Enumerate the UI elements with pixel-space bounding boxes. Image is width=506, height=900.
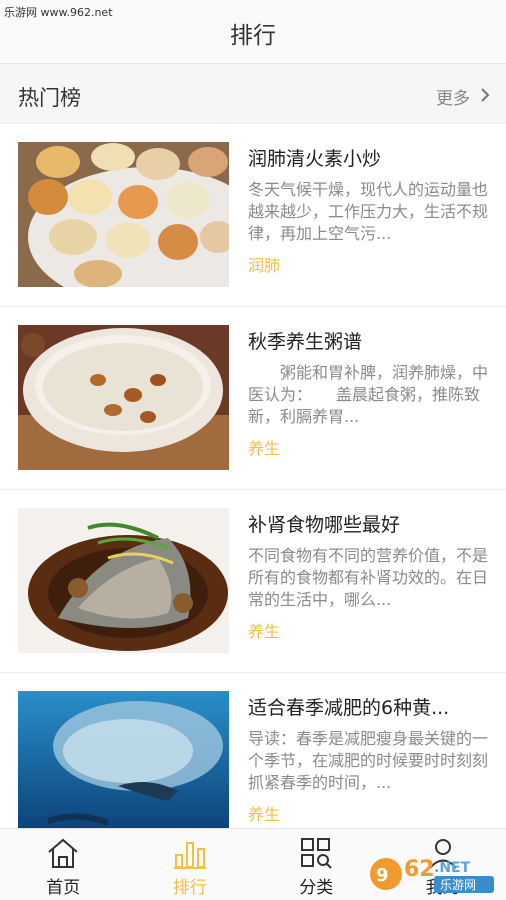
- more-label: 更多: [436, 89, 470, 109]
- item-title: 润肺清火素小炒: [248, 148, 382, 170]
- bar-chart-icon: [172, 835, 208, 871]
- tab-ranking[interactable]: 排行: [127, 829, 254, 900]
- thumbnail-image: [18, 142, 229, 287]
- list-item[interactable]: 润肺清火素小炒 冬天气候干燥，现代人的运动量也越来越少，工作压力大，生活不规律，…: [0, 124, 506, 307]
- home-icon: [45, 835, 81, 871]
- item-tag[interactable]: 养生: [248, 801, 280, 825]
- section-title: 热门榜: [18, 86, 81, 110]
- watermark-text: 乐游网 www.962.net: [4, 6, 113, 19]
- category-grid-icon: [298, 835, 334, 871]
- item-title: 秋季养生粥谱: [248, 331, 363, 353]
- section-bar: 热门榜 更多: [0, 64, 506, 124]
- tab-home-label: 首页: [46, 878, 81, 898]
- thumbnail-image: [18, 508, 229, 653]
- more-link[interactable]: 更多: [436, 84, 490, 109]
- tab-category[interactable]: 分类: [253, 829, 380, 900]
- tab-ranking-label: 排行: [172, 878, 207, 898]
- item-tag[interactable]: 润肺: [248, 252, 280, 276]
- item-description: 粥能和胃补脾，润养肺燥，中医认为： 盖晨起食粥，推陈致新，利膈养胃...: [248, 363, 488, 426]
- thumbnail-image: [18, 325, 229, 470]
- svg-text:乐游网: 乐游网: [440, 878, 476, 892]
- svg-text:.NET: .NET: [434, 860, 471, 876]
- item-tag[interactable]: 养生: [248, 435, 280, 459]
- item-title: 补肾食物哪些最好: [248, 514, 401, 536]
- list-item[interactable]: 补肾食物哪些最好 不同食物有不同的营养价值，不是所有的食物都有补肾功效的。在日常…: [0, 490, 506, 673]
- svg-text:9: 9: [376, 865, 389, 886]
- tab-home[interactable]: 首页: [0, 829, 127, 900]
- tab-category-label: 分类: [299, 878, 334, 898]
- item-tag[interactable]: 养生: [248, 618, 280, 642]
- page-title: 排行: [230, 23, 276, 49]
- chevron-right-icon: [480, 87, 490, 107]
- svg-text:62: 62: [404, 857, 435, 882]
- list-item[interactable]: 秋季养生粥谱 粥能和胃补脾，润养肺燥，中医认为： 盖晨起食粥，推陈致新，利膈养胃…: [0, 307, 506, 490]
- item-title: 适合春季减肥的6种黄...: [248, 697, 450, 719]
- watermark-logo: 9 62 .NET 乐游网: [368, 852, 500, 896]
- thumbnail-image: [18, 691, 229, 836]
- item-description: 冬天气候干燥，现代人的运动量也越来越少，工作压力大，生活不规律，再加上空气污..…: [248, 180, 488, 243]
- item-description: 导读：春季是减肥瘦身最关键的一个季节，在减肥的时候要时时刻刻抓紧春季的时间，..…: [248, 729, 488, 792]
- item-description: 不同食物有不同的营养价值，不是所有的食物都有补肾功效的。在日常的生活中，哪么..…: [248, 546, 488, 609]
